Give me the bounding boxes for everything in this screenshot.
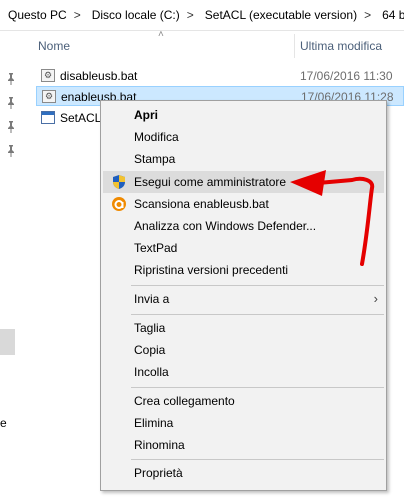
sort-ascending-icon: ˄ xyxy=(158,29,164,40)
menu-item-label: Ripristina versioni precedenti xyxy=(134,263,289,277)
column-divider[interactable] xyxy=(294,34,295,58)
menu-item-label: Crea collegamento xyxy=(134,394,235,408)
nav-selected-item[interactable] xyxy=(0,329,15,355)
menu-item-label: Scansiona enableusb.bat xyxy=(134,197,269,211)
column-header-date-modified[interactable]: Ultima modifica xyxy=(300,39,382,53)
menu-item-windows-defender[interactable]: Analizza con Windows Defender... xyxy=(103,215,384,237)
menu-item-label: Taglia xyxy=(134,321,166,335)
menu-item-delete[interactable]: Elimina xyxy=(103,412,384,434)
menu-separator xyxy=(131,459,384,460)
menu-item-label: Stampa xyxy=(134,152,176,166)
menu-item-label: Analizza con Windows Defender... xyxy=(134,219,317,233)
batch-file-icon: ⚙ xyxy=(41,69,55,82)
column-header: ˄ Nome Ultima modifica xyxy=(30,29,404,59)
pin-icon xyxy=(5,121,17,133)
uac-shield-icon xyxy=(111,174,127,190)
menu-item-label: Incolla xyxy=(134,365,169,379)
menu-item-label: Invia a xyxy=(134,292,170,306)
menu-item-open[interactable]: Apri xyxy=(103,104,384,126)
menu-item-scan-avast[interactable]: Scansiona enableusb.bat xyxy=(103,193,384,215)
file-name: SetACL xyxy=(60,111,102,125)
menu-item-properties[interactable]: Proprietà xyxy=(103,462,384,484)
menu-item-label: Copia xyxy=(134,343,166,357)
menu-item-copy[interactable]: Copia xyxy=(103,339,384,361)
menu-separator xyxy=(131,387,384,388)
menu-item-edit[interactable]: Modifica xyxy=(103,126,384,148)
file-row-disableusb[interactable]: ⚙ disableusb.bat 17/06/2016 11:30 xyxy=(36,66,404,86)
chevron-right-icon[interactable]: > xyxy=(182,8,199,22)
menu-item-label: Esegui come amministratore xyxy=(134,175,287,189)
menu-separator xyxy=(131,314,384,315)
menu-separator xyxy=(131,285,384,286)
menu-item-label: Apri xyxy=(134,108,158,122)
nav-item-label[interactable]: e xyxy=(0,416,7,430)
batch-file-icon: ⚙ xyxy=(42,90,56,103)
pin-icon xyxy=(5,73,17,85)
menu-item-label: Proprietà xyxy=(134,466,183,480)
chevron-right-icon: › xyxy=(373,291,378,306)
menu-item-restore-previous[interactable]: Ripristina versioni precedenti xyxy=(103,259,384,281)
application-icon xyxy=(41,111,55,124)
menu-item-label: Modifica xyxy=(134,130,179,144)
menu-item-cut[interactable]: Taglia xyxy=(103,317,384,339)
breadcrumb-item-setacl[interactable]: SetACL (executable version) xyxy=(199,8,359,22)
menu-item-create-shortcut[interactable]: Crea collegamento xyxy=(103,390,384,412)
menu-item-rename[interactable]: Rinomina xyxy=(103,434,384,456)
chevron-right-icon[interactable]: > xyxy=(69,8,86,22)
navigation-pane: e xyxy=(0,31,22,498)
breadcrumb: Questo PC > Disco locale (C:) > SetACL (… xyxy=(0,0,404,31)
menu-item-run-as-admin[interactable]: Esegui come amministratore xyxy=(103,171,384,193)
menu-item-label: TextPad xyxy=(134,241,178,255)
pin-icon xyxy=(5,145,17,157)
menu-item-textpad[interactable]: TextPad xyxy=(103,237,384,259)
file-date: 17/06/2016 11:30 xyxy=(300,69,393,83)
menu-item-print[interactable]: Stampa xyxy=(103,148,384,170)
breadcrumb-item-64bit[interactable]: 64 bit xyxy=(376,8,404,22)
menu-item-send-to[interactable]: Invia a › xyxy=(103,288,384,310)
context-menu: Apri Modifica Stampa Esegui come amminis… xyxy=(100,100,387,491)
breadcrumb-item-this-pc[interactable]: Questo PC xyxy=(0,8,69,22)
menu-item-label: Rinomina xyxy=(134,438,185,452)
chevron-right-icon[interactable]: > xyxy=(359,8,376,22)
menu-item-label: Elimina xyxy=(134,416,174,430)
pin-icon xyxy=(5,97,17,109)
breadcrumb-item-local-disk[interactable]: Disco locale (C:) xyxy=(86,8,182,22)
file-name: disableusb.bat xyxy=(60,69,138,83)
menu-item-paste[interactable]: Incolla xyxy=(103,361,384,383)
avast-icon xyxy=(111,196,127,212)
column-header-name[interactable]: Nome xyxy=(38,39,70,53)
